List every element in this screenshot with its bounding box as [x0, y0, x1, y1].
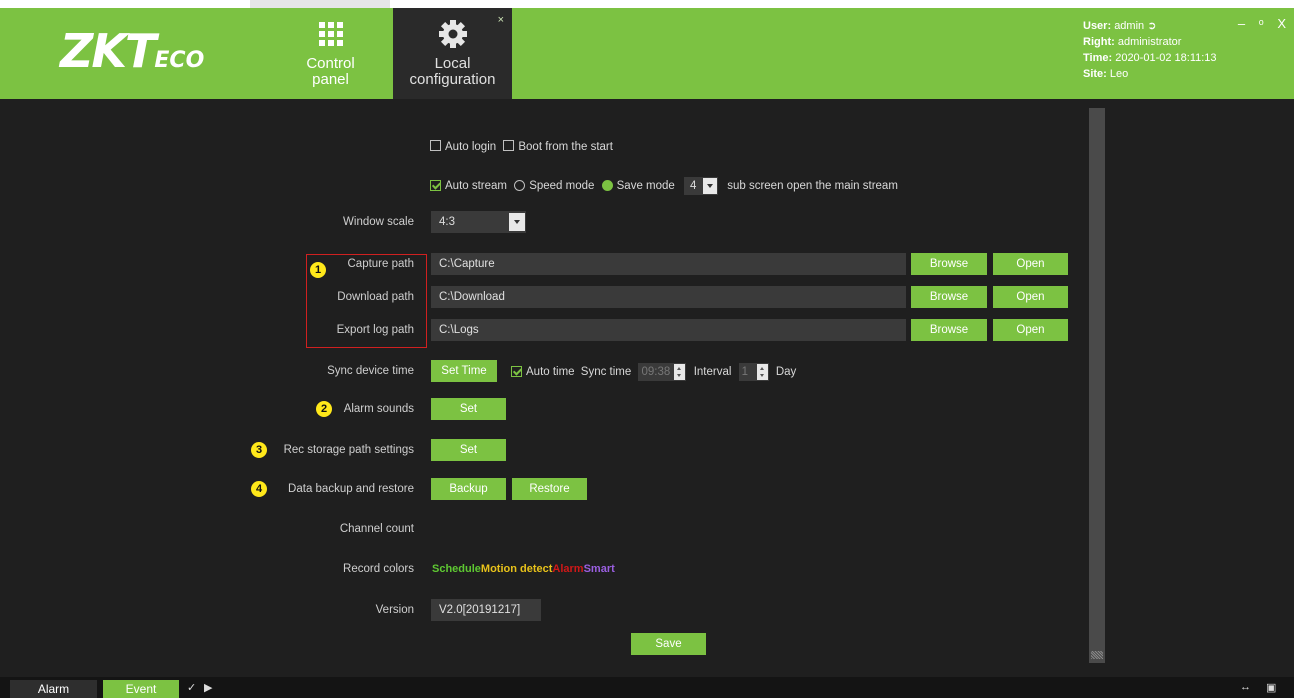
record-colors-legend: ScheduleMotion detectAlarmSmart — [432, 561, 615, 577]
log-browse-button[interactable]: Browse — [911, 319, 987, 341]
stream-options-row: Auto stream Speed mode Save mode 4 sub s… — [430, 177, 898, 195]
auto-login-checkbox[interactable] — [430, 140, 441, 152]
alarm-sounds-label: Alarm sounds — [343, 403, 414, 415]
download-browse-button[interactable]: Browse — [911, 286, 987, 308]
logout-icon[interactable]: ➲ — [1147, 20, 1156, 32]
auto-time-label: Auto time — [526, 366, 575, 379]
spinner-arrows-icon[interactable] — [674, 364, 686, 380]
rec-storage-set-button[interactable]: Set — [431, 439, 506, 461]
chevron-down-icon — [509, 213, 525, 231]
rec-storage-label: Rec storage path settings — [283, 444, 414, 456]
gear-icon — [438, 20, 467, 48]
sync-time-row: Auto time Sync time 09:38 Interval 1 Day — [511, 363, 796, 381]
download-path-field[interactable]: C:\Download — [431, 286, 906, 308]
save-button[interactable]: Save — [631, 633, 706, 655]
version-label: Version — [375, 604, 414, 616]
app-header: ZKTECO Control panel Local configuration… — [0, 8, 1294, 99]
log-open-button[interactable]: Open — [993, 319, 1068, 341]
capture-path-field[interactable]: C:\Capture — [431, 253, 906, 275]
window-scale-select[interactable]: 4:3 — [431, 211, 526, 233]
tab-local-label-2: configuration — [409, 71, 496, 88]
version-value: V2.0[20191217] — [431, 599, 541, 621]
top-strip — [0, 0, 1294, 8]
sub-screen-count-select[interactable]: 4 — [684, 177, 719, 195]
download-path-label: Download path — [337, 291, 414, 303]
chevron-down-icon — [703, 178, 718, 194]
capture-open-button[interactable]: Open — [993, 253, 1068, 275]
boot-from-start-label: Boot from the start — [518, 141, 613, 153]
grid-icon — [318, 22, 343, 46]
legend-smart: Smart — [583, 563, 615, 575]
speed-mode-label: Speed mode — [529, 180, 595, 193]
window-controls: – ᵒ X — [1228, 16, 1286, 31]
restore-button[interactable]: Restore — [512, 478, 587, 500]
capture-browse-button[interactable]: Browse — [911, 253, 987, 275]
zkteco-logo: ZKTECO — [60, 24, 205, 78]
save-mode-radio[interactable] — [601, 179, 613, 191]
top-strip-shade — [250, 0, 390, 8]
auto-time-checkbox[interactable] — [511, 365, 522, 377]
sync-time-label: Sync time — [580, 366, 632, 379]
auto-stream-checkbox[interactable] — [430, 179, 441, 191]
data-backup-label: Data backup and restore — [288, 483, 414, 495]
sync-device-time-label: Sync device time — [327, 365, 414, 377]
download-open-button[interactable]: Open — [993, 286, 1068, 308]
event-tab[interactable]: Event — [103, 680, 179, 698]
interval-spinner[interactable]: 1 — [738, 363, 769, 381]
restore-icon[interactable]: ᵒ — [1259, 16, 1264, 31]
spinner-arrows-icon[interactable] — [756, 364, 768, 380]
speaker-icon[interactable]: ▶ — [204, 681, 212, 694]
interval-label: Interval — [693, 366, 732, 379]
auto-login-label: Auto login — [445, 141, 497, 153]
speed-mode-radio[interactable] — [514, 179, 526, 191]
legend-alarm: Alarm — [552, 563, 584, 575]
scrollbar-grip[interactable] — [1091, 651, 1103, 659]
record-colors-label: Record colors — [343, 563, 414, 575]
pin-icon[interactable]: ↔ — [1240, 681, 1251, 693]
legend-schedule: Schedule — [432, 563, 481, 575]
close-tab-icon[interactable]: × — [498, 14, 504, 26]
sync-time-spinner[interactable]: 09:38 — [638, 363, 687, 381]
channel-count-label: Channel count — [339, 523, 414, 535]
auto-stream-label: Auto stream — [445, 180, 507, 193]
vertical-scrollbar[interactable] — [1089, 108, 1105, 663]
legend-motion-detect: Motion detect — [480, 563, 553, 575]
window-scale-label: Window scale — [343, 216, 414, 228]
alarm-sounds-set-button[interactable]: Set — [431, 398, 506, 420]
day-label: Day — [775, 366, 797, 379]
save-mode-label: Save mode — [616, 180, 675, 193]
set-time-button[interactable]: Set Time — [431, 360, 497, 382]
tab-control-panel[interactable]: Control panel — [283, 8, 378, 99]
boot-from-start-checkbox[interactable] — [503, 140, 515, 152]
export-log-path-field[interactable]: C:\Logs — [431, 319, 906, 341]
status-bar: Alarm Event ✓ ▶ ↔ ▣ — [0, 677, 1294, 698]
sub-screen-text: sub screen open the main stream — [727, 180, 898, 193]
broom-icon[interactable]: ✓ — [187, 681, 196, 694]
tab-control-label-2: panel — [312, 71, 349, 88]
export-log-path-label: Export log path — [336, 324, 414, 336]
minimize-icon[interactable]: – — [1238, 16, 1245, 31]
user-info: User: admin ➲ Right: administrator Time:… — [1083, 20, 1217, 80]
backup-button[interactable]: Backup — [431, 478, 506, 500]
tab-local-label-1: Local — [434, 55, 471, 72]
window-icon[interactable]: ▣ — [1266, 681, 1276, 694]
tab-local-configuration[interactable]: Local configuration × — [393, 8, 512, 99]
capture-path-label: Capture path — [347, 258, 415, 270]
close-icon[interactable]: X — [1277, 16, 1286, 31]
tab-control-label-1: Control — [306, 55, 355, 72]
login-options-row: Auto login Boot from the start — [430, 139, 613, 155]
alarm-tab[interactable]: Alarm — [10, 680, 97, 698]
